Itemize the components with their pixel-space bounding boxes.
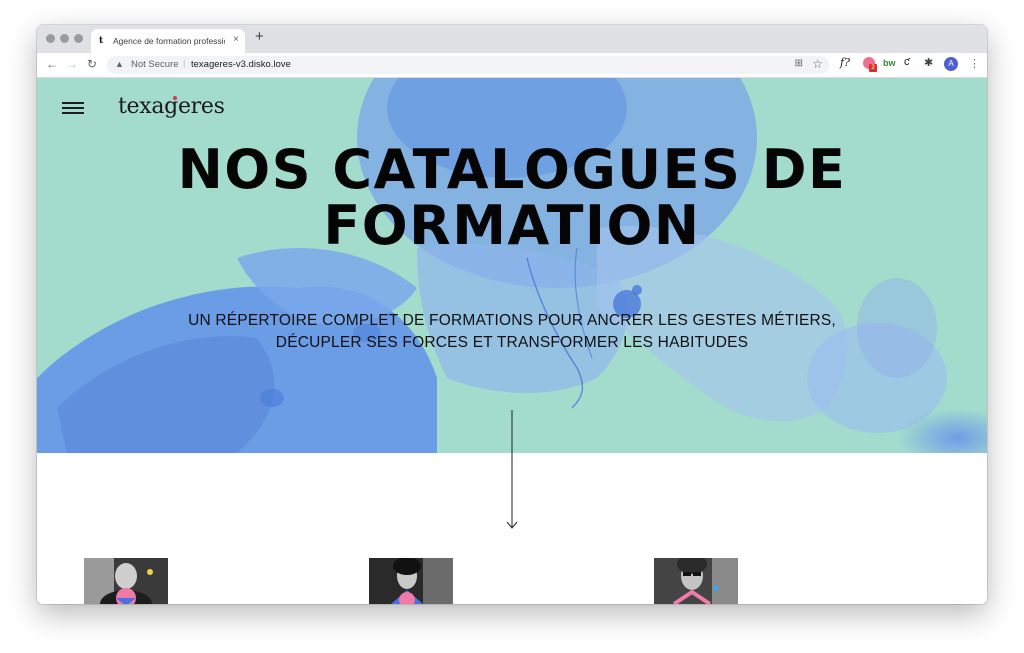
extension-bw-icon[interactable]: bw [883, 58, 896, 68]
logo-accent-dot [173, 96, 177, 100]
catalogue-card-image-1[interactable] [84, 558, 168, 604]
catalogue-card-image-2[interactable] [369, 558, 453, 604]
url-text[interactable]: texageres-v3.disko.love [191, 59, 291, 70]
bookmark-star-icon[interactable]: ☆ [812, 57, 823, 71]
extension-f-icon[interactable]: f? [840, 56, 850, 69]
scroll-down-arrow-icon[interactable] [505, 410, 519, 530]
omnibox-separator: | [183, 58, 186, 69]
hero-title: NOS CATALOGUES DE FORMATION [37, 142, 987, 254]
forward-arrow-icon[interactable]: → [66, 57, 78, 71]
hero-subtitle-line-1: UN RÉPERTOIRE COMPLET DE FORMATIONS POUR… [188, 312, 836, 329]
profile-avatar[interactable]: A [944, 57, 958, 71]
close-window-dot[interactable] [46, 34, 55, 43]
browser-toolbar: ← → ↻ ▲ Not Secure | texageres-v3.disko.… [37, 53, 987, 78]
tab-title: Agence de formation professionnelle [113, 36, 225, 46]
extensions-puzzle-icon[interactable]: ✱ [924, 56, 933, 69]
new-tab-button[interactable]: + [255, 28, 264, 45]
reload-icon[interactable]: ↻ [87, 57, 97, 71]
hero-subtitle: UN RÉPERTOIRE COMPLET DE FORMATIONS POUR… [37, 310, 987, 354]
extension-hook-icon[interactable]: ƈ [904, 56, 910, 68]
browser-window: t Agence de formation professionnelle × … [37, 25, 987, 604]
catalogue-card-image-3[interactable] [654, 558, 738, 604]
hero-title-line-2: FORMATION [323, 194, 701, 257]
address-bar[interactable]: ▲ Not Secure | texageres-v3.disko.love ⊞… [107, 56, 829, 74]
menu-hamburger-icon[interactable] [62, 102, 84, 114]
hero-background-photo [37, 78, 987, 453]
minimize-window-dot[interactable] [60, 34, 69, 43]
zoom-window-dot[interactable] [74, 34, 83, 43]
browser-tab[interactable]: t Agence de formation professionnelle × [91, 29, 245, 53]
tab-strip: t Agence de formation professionnelle × … [37, 25, 987, 53]
warning-triangle-icon[interactable]: ▲ [115, 59, 124, 69]
not-secure-label[interactable]: Not Secure [131, 59, 179, 70]
site-favicon-icon: t [99, 36, 104, 46]
hero-title-line-1: NOS CATALOGUES DE [177, 138, 847, 201]
web-page: texageres NOS CATALOGUES DE FORMATION UN… [37, 78, 987, 604]
hero-subtitle-line-2: DÉCUPLER SES FORCES ET TRANSFORMER LES H… [275, 334, 749, 351]
back-arrow-icon[interactable]: ← [46, 57, 58, 71]
translate-icon[interactable]: ⊞ [795, 58, 803, 69]
site-logo[interactable]: texageres [118, 94, 225, 119]
extension-badge: 2 [869, 64, 877, 72]
hero-section: texageres NOS CATALOGUES DE FORMATION UN… [37, 78, 987, 453]
browser-menu-icon[interactable]: ⋮ [969, 57, 980, 70]
close-tab-icon[interactable]: × [233, 34, 239, 45]
